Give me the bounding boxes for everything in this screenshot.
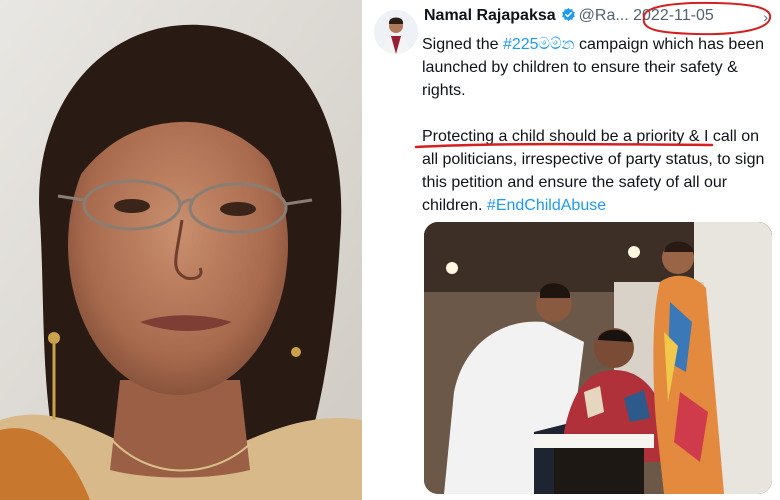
tweet-paragraph-1: Signed the #225මම්න campaign which has b… [422, 33, 772, 102]
woman-portrait-image [0, 0, 362, 500]
tweet-body: Signed the #225මම්න campaign which has b… [422, 33, 772, 217]
hashtag-text: #225 [502, 36, 539, 53]
hashtag-link[interactable]: #225මම්න [503, 36, 575, 53]
avatar-image [374, 10, 418, 54]
signing-petition-image [424, 222, 772, 494]
tweet-paragraph-2: Protecting a child should be a priority … [422, 125, 772, 217]
hashtag-sinhala-text: මම්න [538, 36, 575, 53]
avatar[interactable] [374, 10, 418, 54]
highlight-underline [414, 142, 714, 149]
hashtag-link[interactable]: #EndChildAbuse [487, 197, 606, 214]
author-name[interactable]: Namal Rajapaksa [424, 7, 556, 24]
portrait-photo [0, 0, 362, 500]
author-handle[interactable]: @Ra... [579, 7, 629, 24]
verified-badge-icon [561, 7, 576, 27]
tweet-text-segment: Signed the [422, 36, 503, 53]
tweet-card: Namal Rajapaksa @Ra... 2022-11-05 › Signe… [364, 0, 780, 500]
tweet-attached-photo[interactable] [424, 222, 772, 494]
